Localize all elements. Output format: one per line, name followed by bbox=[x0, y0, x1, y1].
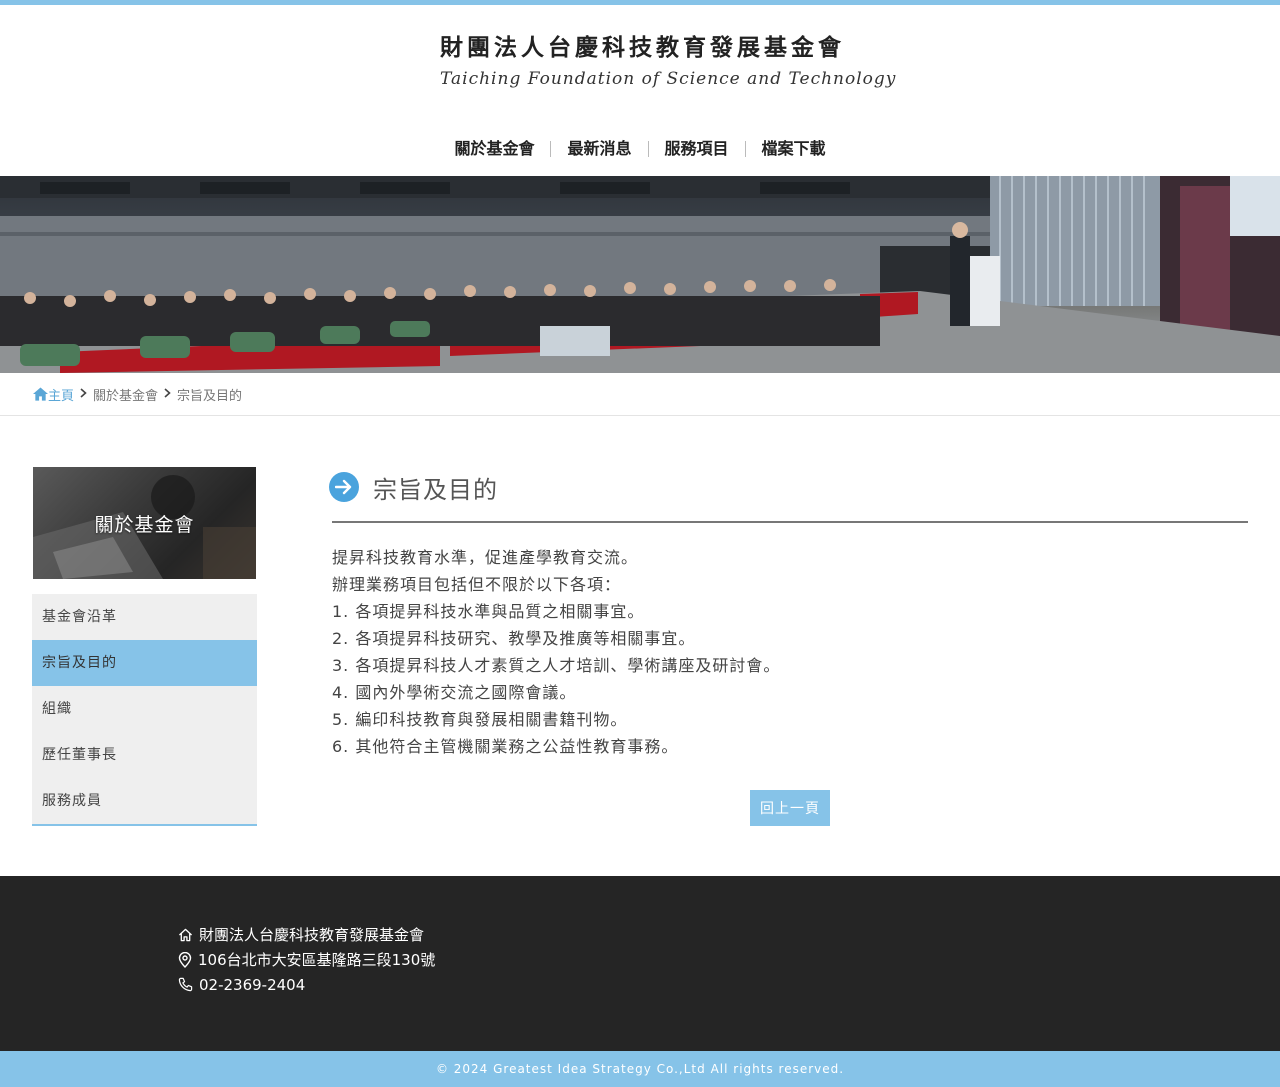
phone-icon bbox=[178, 977, 193, 992]
breadcrumb-home-link[interactable]: 主頁 bbox=[33, 385, 74, 404]
arrow-right-circle-icon bbox=[329, 472, 359, 502]
content-heading: 宗旨及目的 bbox=[329, 470, 498, 504]
title-divider bbox=[332, 521, 1248, 523]
sidebar-item-chairmen[interactable]: 歷任董事長 bbox=[32, 732, 257, 778]
chevron-right-icon bbox=[164, 387, 171, 401]
copyright-text: © 2024 Greatest Idea Strategy Co.,Ltd Al… bbox=[435, 1062, 845, 1076]
sidebar-item-purpose[interactable]: 宗旨及目的 bbox=[32, 640, 257, 686]
breadcrumb-home-label: 主頁 bbox=[48, 388, 75, 404]
copyright-bar: © 2024 Greatest Idea Strategy Co.,Ltd Al… bbox=[0, 1051, 1280, 1087]
content-paragraph: 辦理業務項目包括但不限於以下各項： bbox=[332, 575, 622, 594]
hero-banner-photo bbox=[0, 176, 1280, 373]
breadcrumb-current: 宗旨及目的 bbox=[177, 388, 243, 404]
footer-address: 106台北市大安區基隆路三段130號 bbox=[178, 947, 435, 972]
footer-address-text: 106台北市大安區基隆路三段130號 bbox=[198, 951, 436, 969]
sidebar-item-members[interactable]: 服務成員 bbox=[32, 778, 257, 824]
nav-item-downloads[interactable]: 檔案下載 bbox=[746, 136, 842, 162]
content-list-item: 2. 各項提昇科技研究、教學及推廣等相關事宜。 bbox=[332, 629, 696, 648]
content-list-item: 6. 其他符合主管機關業務之公益性教育事務。 bbox=[332, 737, 679, 756]
logo-chinese-name: 財團法人台慶科技教育發展基金會 bbox=[440, 34, 845, 61]
content-list-item: 3. 各項提昇科技人才素質之人才培訓、學術講座及研討會。 bbox=[332, 656, 781, 675]
top-accent-strip bbox=[0, 0, 1280, 5]
content-list-item: 4. 國內外學術交流之國際會議。 bbox=[332, 683, 577, 702]
home-icon bbox=[33, 387, 48, 401]
sidebar-title: 關於基金會 bbox=[94, 513, 195, 536]
content-paragraph: 提昇科技教育水準，促進產學教育交流。 bbox=[332, 548, 639, 567]
page-title: 宗旨及目的 bbox=[373, 475, 498, 504]
house-icon bbox=[178, 928, 193, 941]
nav-item-about[interactable]: 關於基金會 bbox=[438, 136, 550, 162]
main-nav: 關於基金會 最新消息 服務項目 檔案下載 bbox=[0, 136, 1280, 162]
nav-item-news[interactable]: 最新消息 bbox=[551, 136, 647, 162]
sidebar-item-history[interactable]: 基金會沿革 bbox=[32, 594, 257, 640]
content-list-item: 5. 編印科技教育與發展相關書籍刊物。 bbox=[332, 710, 628, 729]
nav-item-services[interactable]: 服務項目 bbox=[649, 136, 745, 162]
breadcrumb-divider bbox=[0, 415, 1280, 416]
sidebar-item-organization[interactable]: 組織 bbox=[32, 686, 257, 732]
content-list-item: 1. 各項提昇科技水準與品質之相關事宜。 bbox=[332, 602, 645, 621]
sidebar-menu: 基金會沿革 宗旨及目的 組織 歷任董事長 服務成員 bbox=[32, 594, 257, 826]
logo-english-name: Taiching Foundation of Science and Techn… bbox=[440, 69, 897, 89]
back-button[interactable]: 回上一頁 bbox=[750, 790, 830, 826]
footer-org: 財團法人台慶科技教育發展基金會 bbox=[178, 922, 424, 947]
site-footer: 財團法人台慶科技教育發展基金會 106台北市大安區基隆路三段130號 02-23… bbox=[0, 876, 1280, 1051]
breadcrumb: 主頁 關於基金會 宗旨及目的 bbox=[33, 384, 242, 404]
chevron-right-icon bbox=[80, 387, 87, 401]
footer-phone-number[interactable]: 02-2369-2404 bbox=[199, 976, 305, 994]
sidebar-hero-image: 關於基金會 bbox=[33, 467, 256, 579]
footer-org-name: 財團法人台慶科技教育發展基金會 bbox=[199, 926, 425, 944]
map-pin-icon bbox=[178, 951, 192, 968]
content-body: 提昇科技教育水準，促進產學教育交流。 辦理業務項目包括但不限於以下各項： 1. … bbox=[332, 544, 1248, 760]
footer-phone: 02-2369-2404 bbox=[178, 972, 305, 997]
breadcrumb-parent-link[interactable]: 關於基金會 bbox=[93, 385, 158, 404]
site-logo[interactable]: 財團法人台慶科技教育發展基金會 Taiching Foundation of S… bbox=[440, 32, 897, 96]
